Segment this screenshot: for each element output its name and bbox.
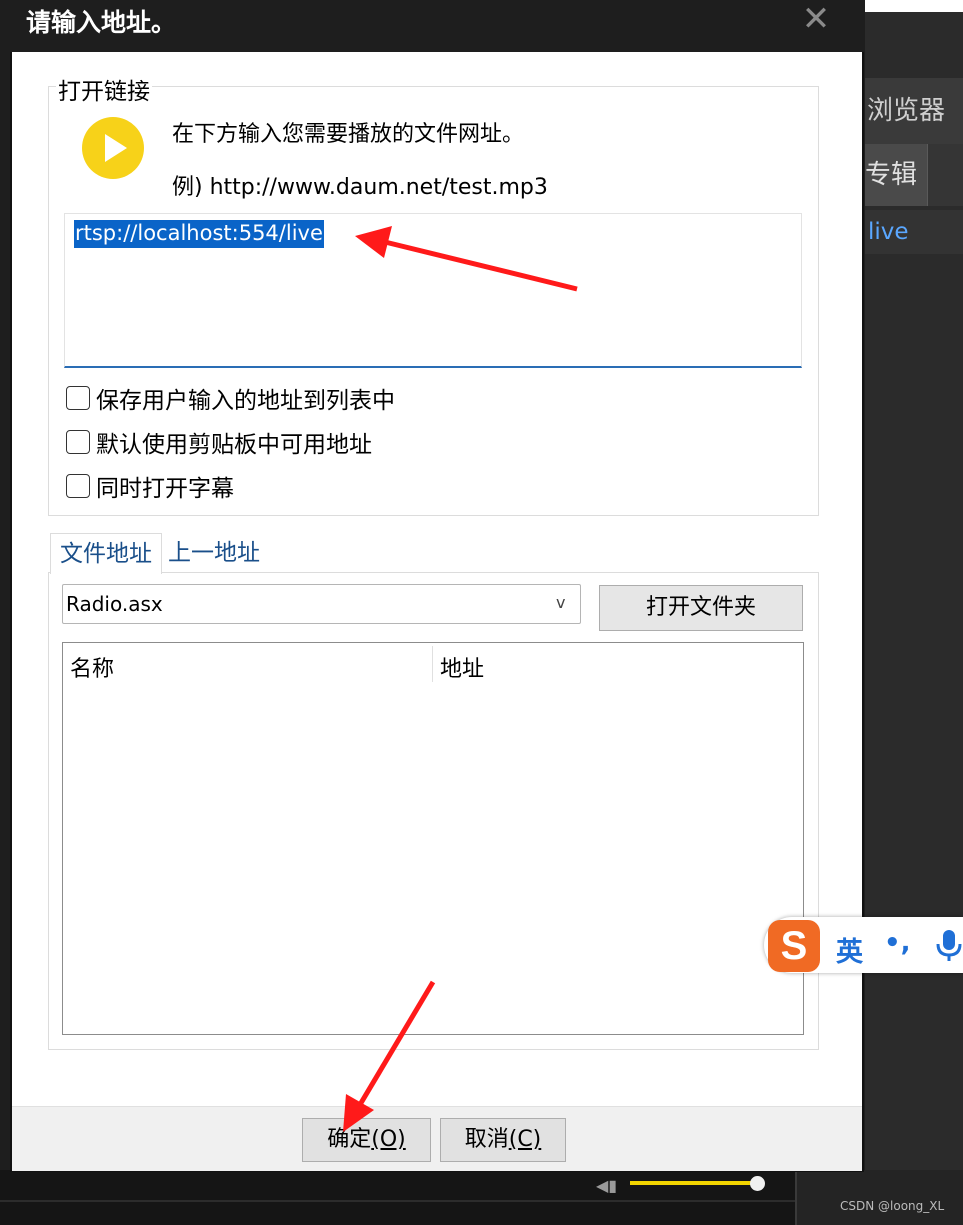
playlist-select-value: Radio.asx bbox=[66, 592, 163, 616]
cancel-button[interactable]: 取消(C) bbox=[440, 1118, 566, 1162]
url-input-value[interactable]: rtsp://localhost:554/live bbox=[74, 220, 324, 248]
example-text: 例) http://www.daum.net/test.mp3 bbox=[172, 175, 548, 200]
sogou-logo-icon[interactable]: S bbox=[768, 920, 820, 972]
group-title: 打开链接 bbox=[56, 72, 152, 106]
ok-accelerator: (O) bbox=[371, 1127, 406, 1152]
ime-punctuation-toggle[interactable]: •, bbox=[884, 928, 911, 958]
open-folder-button[interactable]: 打开文件夹 bbox=[599, 585, 803, 631]
play-triangle bbox=[105, 134, 127, 162]
speaker-icon[interactable]: ◀▮ bbox=[596, 1176, 617, 1195]
tab-strip-filler bbox=[928, 144, 963, 206]
column-header-name[interactable]: 名称 bbox=[70, 651, 114, 683]
checkbox-label: 保存用户输入的地址到列表中 bbox=[96, 388, 395, 414]
column-header-address[interactable]: 地址 bbox=[440, 651, 484, 683]
cancel-accelerator: (C) bbox=[508, 1127, 542, 1152]
checkbox-box[interactable] bbox=[66, 386, 90, 410]
tab-browser[interactable]: 浏览器 bbox=[865, 78, 963, 144]
dialog-footer bbox=[12, 1106, 862, 1171]
checkbox-box[interactable] bbox=[66, 430, 90, 454]
volume-slider-handle[interactable] bbox=[750, 1176, 765, 1191]
right-pane-bottom bbox=[795, 1170, 963, 1225]
address-list[interactable] bbox=[62, 642, 804, 1035]
bottom-divider bbox=[0, 1200, 800, 1202]
ok-button[interactable]: 确定(O) bbox=[302, 1118, 431, 1162]
watermark: CSDN @loong_XL bbox=[840, 1199, 945, 1213]
checkbox-label: 默认使用剪贴板中可用地址 bbox=[96, 432, 372, 458]
checkbox-box[interactable] bbox=[66, 474, 90, 498]
ime-language-toggle[interactable]: 英 bbox=[836, 930, 863, 969]
cancel-button-label: 取消 bbox=[464, 1127, 509, 1152]
checkbox-use-clipboard[interactable]: 默认使用剪贴板中可用地址 bbox=[66, 425, 372, 459]
checkbox-save-to-list[interactable]: 保存用户输入的地址到列表中 bbox=[66, 381, 395, 415]
background-strip bbox=[865, 0, 963, 12]
tab-album[interactable]: 专辑 bbox=[865, 144, 928, 206]
checkbox-label: 同时打开字幕 bbox=[96, 476, 234, 502]
list-item[interactable]: live bbox=[865, 210, 963, 254]
volume-slider-track[interactable] bbox=[630, 1181, 758, 1185]
column-divider[interactable] bbox=[432, 646, 433, 682]
chevron-down-icon[interactable]: v bbox=[556, 593, 565, 612]
microphone-icon[interactable] bbox=[934, 928, 963, 962]
ok-button-label: 确定 bbox=[327, 1127, 372, 1152]
tab-previous-address[interactable]: 上一地址 bbox=[168, 533, 260, 573]
tab-file-address[interactable]: 文件地址 bbox=[50, 533, 162, 574]
hint-text: 在下方输入您需要播放的文件网址。 bbox=[172, 122, 525, 147]
close-icon[interactable]: ✕ bbox=[800, 2, 832, 36]
checkbox-open-subtitles[interactable]: 同时打开字幕 bbox=[66, 469, 234, 503]
dialog-title: 请输入地址。 bbox=[26, 8, 177, 37]
